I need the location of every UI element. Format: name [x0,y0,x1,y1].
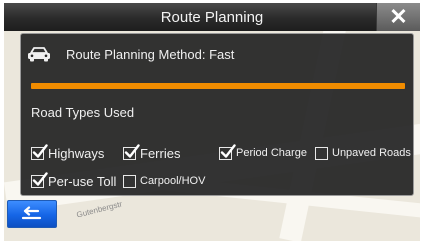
route-settings-panel: Route Planning Method: Fast Road Types U… [20,33,414,196]
title-bar: Route Planning ✕ [4,3,420,31]
checkbox-label: Unpaved Roads [332,147,411,159]
progress-bar [31,83,405,89]
close-button[interactable]: ✕ [376,3,420,31]
checkbox-per-use-toll[interactable]: Per-use Toll [31,171,117,190]
checkmark-icon [32,143,48,158]
checkbox-label: Highways [48,145,105,161]
checkbox-box [31,171,48,188]
progress-bar-fill [31,83,405,89]
checkbox-box [219,143,236,160]
route-method-row[interactable]: Route Planning Method: Fast [27,44,234,64]
back-arrow-icon [21,206,42,220]
page-title: Route Planning [160,9,264,26]
road-types-title: Road Types Used [31,105,135,120]
map-street-label: Gutenbergstr [75,199,124,220]
car-icon [28,47,50,62]
checkbox-label: Carpool/HOV [140,175,206,187]
checkbox-ferries[interactable]: Ferries [123,143,181,162]
checkmark-icon [124,143,140,158]
checkbox-box [315,146,328,160]
back-button[interactable] [7,200,57,228]
checkbox-box [123,143,140,160]
checkbox-unpaved-roads[interactable]: Unpaved Roads [315,144,411,162]
checkbox-label: Per-use Toll [48,173,117,189]
checkbox-label: Ferries [140,145,181,161]
route-method-label: Route Planning Method: Fast [66,46,235,62]
checkmark-icon [32,171,48,186]
checkbox-box [31,143,48,160]
checkbox-highways[interactable]: Highways [31,143,105,162]
checkbox-box [123,174,136,188]
checkbox-carpool-hov[interactable]: Carpool/HOV [123,172,205,190]
checkbox-label: Period Charge [236,147,307,159]
close-icon: ✕ [389,4,408,29]
checkbox-period-charge[interactable]: Period Charge [219,143,307,162]
checkmark-icon [220,143,236,158]
route-planning-screen: Gutenbergstr Route Planning ✕ Route Plan… [0,0,423,244]
